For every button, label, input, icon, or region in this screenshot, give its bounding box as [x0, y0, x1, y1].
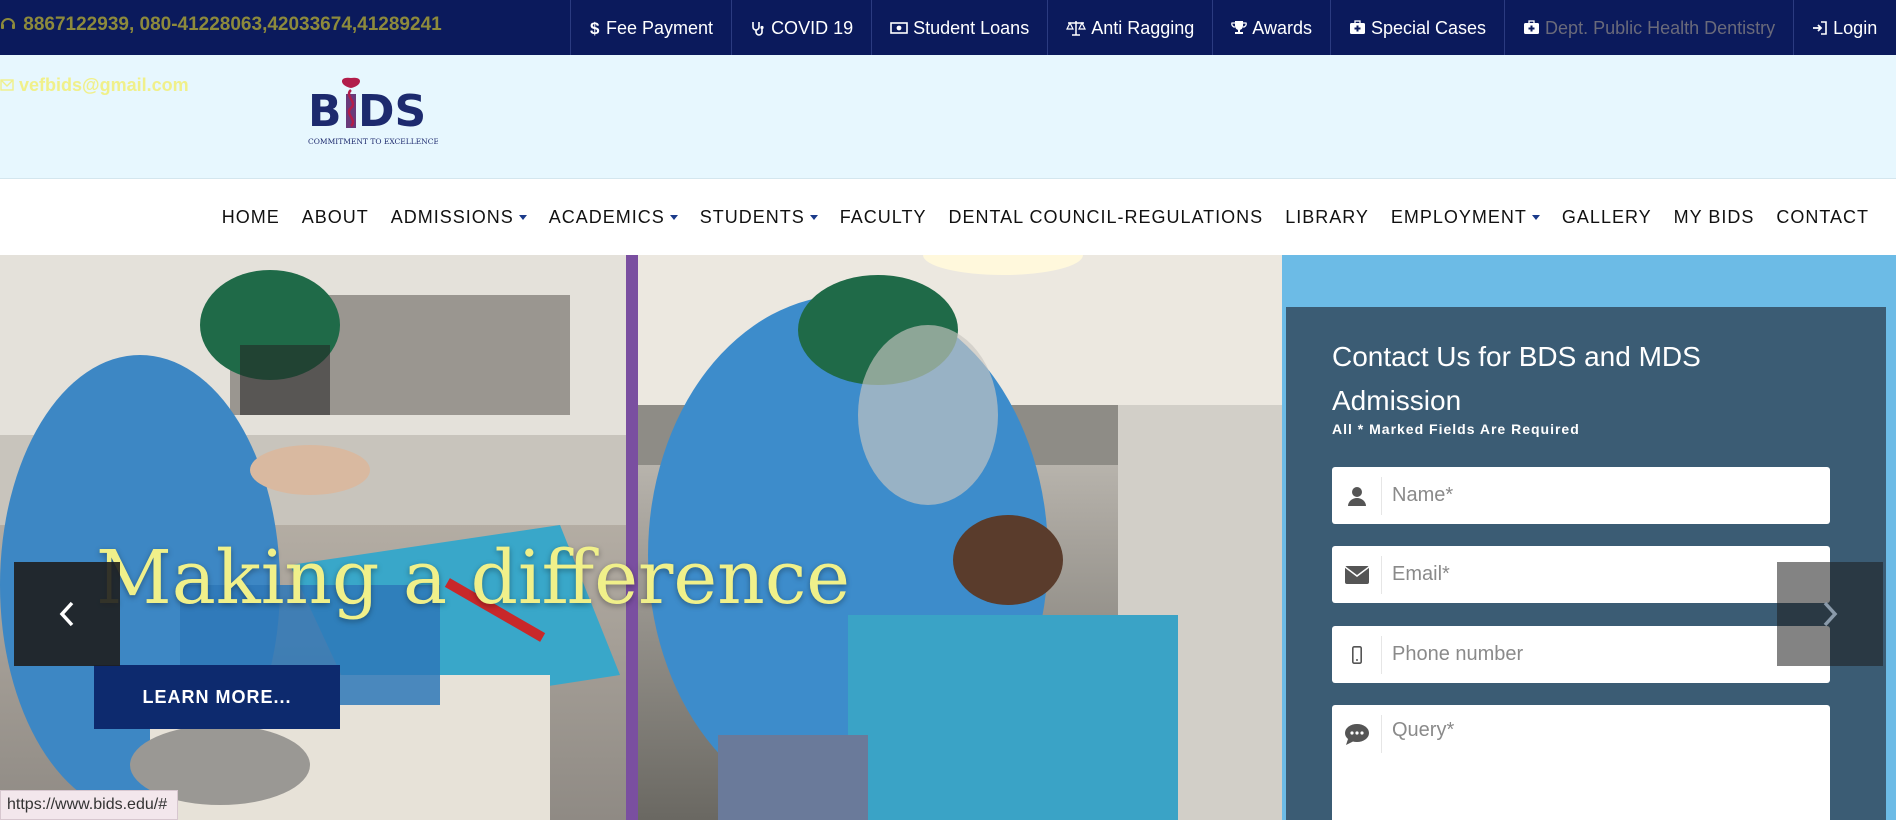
- nav-employment-label: EMPLOYMENT: [1390, 206, 1527, 227]
- nav-dental-council-label: DENTAL COUNCIL-REGULATIONS: [948, 206, 1264, 227]
- anti-ragging-label: Anti Ragging: [1091, 17, 1195, 38]
- envelope-icon: [0, 79, 14, 91]
- student-loans-label: Student Loans: [913, 17, 1030, 38]
- mobile-phone-icon: [1332, 635, 1382, 674]
- main-nav: HOME ABOUT ADMISSIONS ACADEMICS STUDENTS…: [0, 179, 1896, 255]
- student-loans-link[interactable]: Student Loans: [871, 0, 1047, 55]
- caret-down-icon: [1531, 214, 1540, 220]
- nav-gallery-label: GALLERY: [1561, 206, 1652, 227]
- nav-contact[interactable]: CONTACT: [1765, 207, 1880, 228]
- top-bar: 8867122939, 080-41228063,42033674,412892…: [0, 0, 1896, 55]
- contact-title: Contact Us for BDS and MDS Admission: [1332, 341, 1701, 416]
- dept-public-health-dentistry-link[interactable]: Dept. Public Health Dentistry: [1504, 0, 1793, 55]
- caret-down-icon: [809, 214, 818, 220]
- caret-down-icon: [518, 214, 527, 220]
- headset-icon: [1, 18, 15, 29]
- medkit-icon: [1524, 20, 1540, 34]
- email-field[interactable]: Email*: [1332, 546, 1830, 603]
- phone-info: 8867122939, 080-41228063,42033674,412892…: [0, 0, 442, 55]
- name-field[interactable]: Name*: [1332, 467, 1830, 524]
- trophy-icon: [1231, 20, 1248, 34]
- nav-home-label: HOME: [221, 206, 280, 227]
- nav-library-label: LIBRARY: [1285, 206, 1369, 227]
- nav-students[interactable]: STUDENTS: [689, 207, 829, 228]
- header-band: [0, 55, 1896, 179]
- top-links: $ Fee Payment COVID 19 Student Loans Ant…: [570, 0, 1895, 55]
- balance-scale-icon: [1066, 20, 1087, 36]
- stethoscope-icon: [752, 21, 764, 36]
- nav-faculty-label: FACULTY: [839, 206, 927, 227]
- hero-title: Making a difference: [96, 535, 851, 621]
- link-status-bar: https://www.bids.edu/#: [0, 790, 179, 820]
- nav-about[interactable]: ABOUT: [291, 207, 380, 228]
- caret-down-icon: [669, 214, 678, 220]
- covid-19-link[interactable]: COVID 19: [731, 0, 871, 55]
- email-address: vefbids@gmail.com: [19, 75, 189, 95]
- phone-placeholder: Phone number: [1392, 643, 1524, 665]
- nav-about-label: ABOUT: [301, 206, 369, 227]
- special-cases-link[interactable]: Special Cases: [1329, 0, 1504, 55]
- nav-admissions-label: ADMISSIONS: [390, 206, 514, 227]
- fee-payment-label: Fee Payment: [606, 17, 714, 38]
- nav-admissions[interactable]: ADMISSIONS: [380, 207, 538, 228]
- chevron-left-icon: [59, 601, 74, 627]
- bids-logo-image: B DS COMMITMENT TO EXCELLENCE: [308, 77, 439, 146]
- email-placeholder: Email*: [1392, 563, 1450, 585]
- carousel-prev-button[interactable]: [14, 562, 120, 666]
- svg-text:DS: DS: [358, 86, 426, 137]
- required-note: All * Marked Fields Are Required: [1332, 421, 1580, 437]
- learn-more-button[interactable]: LEARN MORE...: [94, 665, 340, 729]
- nav-my-bids-label: MY BIDS: [1673, 206, 1755, 227]
- sign-in-icon: [1813, 20, 1827, 35]
- svg-text:B: B: [308, 86, 342, 137]
- envelope-icon: [1332, 555, 1382, 594]
- dollar-icon: $: [590, 19, 600, 37]
- query-placeholder: Query*: [1392, 719, 1455, 741]
- chevron-right-icon: [1823, 601, 1838, 627]
- awards-label: Awards: [1252, 17, 1312, 38]
- nav-employment[interactable]: EMPLOYMENT: [1380, 207, 1551, 228]
- phone-field[interactable]: Phone number: [1332, 626, 1830, 683]
- covid-19-label: COVID 19: [771, 17, 854, 38]
- nav-contact-label: CONTACT: [1776, 206, 1869, 227]
- awards-link[interactable]: Awards: [1212, 0, 1330, 55]
- phone-numbers: 8867122939, 080-41228063,42033674,412892…: [23, 14, 442, 35]
- nav-academics-label: ACADEMICS: [548, 206, 665, 227]
- email-contact[interactable]: vefbids@gmail.com: [0, 75, 189, 96]
- money-icon: [890, 21, 908, 34]
- bids-logo[interactable]: B DS COMMITMENT TO EXCELLENCE: [308, 72, 439, 152]
- nav-my-bids[interactable]: MY BIDS: [1663, 207, 1766, 228]
- user-icon: [1332, 476, 1382, 515]
- special-cases-label: Special Cases: [1370, 17, 1487, 38]
- login-link[interactable]: Login: [1793, 0, 1895, 55]
- medkit-icon: [1349, 20, 1365, 34]
- dept-public-health-dentistry-label: Dept. Public Health Dentistry: [1545, 17, 1776, 38]
- logo-tagline: COMMITMENT TO EXCELLENCE: [308, 137, 438, 146]
- nav-dental-council-regulations[interactable]: DENTAL COUNCIL-REGULATIONS: [937, 207, 1274, 228]
- nav-faculty[interactable]: FACULTY: [829, 207, 938, 228]
- nav-students-label: STUDENTS: [699, 206, 805, 227]
- carousel-next-button[interactable]: [1777, 562, 1883, 666]
- nav-academics[interactable]: ACADEMICS: [538, 207, 689, 228]
- nav-library[interactable]: LIBRARY: [1274, 207, 1380, 228]
- name-placeholder: Name*: [1392, 484, 1454, 506]
- query-field[interactable]: Query*: [1332, 705, 1830, 820]
- fee-payment-link[interactable]: $ Fee Payment: [570, 0, 731, 55]
- hero-carousel: Making a difference LEARN MORE... Contac…: [0, 255, 1896, 820]
- login-label: Login: [1833, 17, 1878, 38]
- nav-home[interactable]: HOME: [211, 207, 291, 228]
- anti-ragging-link[interactable]: Anti Ragging: [1047, 0, 1212, 55]
- svg-text:$: $: [590, 19, 600, 37]
- nav-gallery[interactable]: GALLERY: [1551, 207, 1663, 228]
- comment-dots-icon: [1332, 715, 1382, 753]
